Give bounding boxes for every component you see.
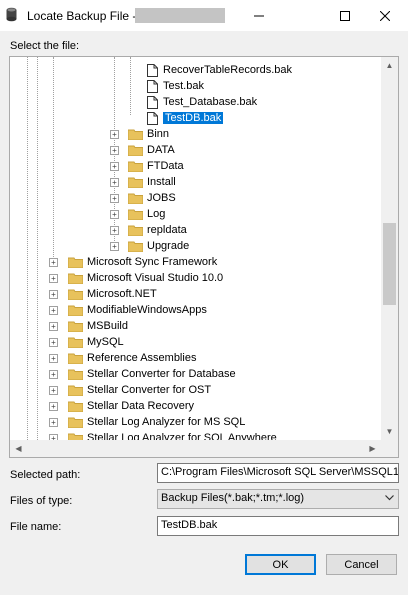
scroll-down-icon[interactable]: ▼ [381, 423, 398, 440]
expand-icon[interactable]: + [49, 306, 58, 315]
expand-icon[interactable]: + [49, 258, 58, 267]
file-icon [147, 79, 158, 93]
file-icon [147, 111, 158, 125]
tree-folder[interactable]: + repldata [110, 222, 187, 238]
selected-path-field[interactable]: C:\Program Files\Microsoft SQL Server\MS… [157, 463, 399, 483]
tree-folder[interactable]: + Microsoft Visual Studio 10.0 [49, 270, 223, 286]
expand-icon[interactable]: + [110, 194, 119, 203]
tree-file[interactable]: RecoverTableRecords.bak [147, 62, 292, 78]
tree-folder[interactable]: + MSBuild [49, 318, 128, 334]
file-name-label: File name: [10, 521, 62, 533]
tree-folder[interactable]: + Install [110, 174, 176, 190]
tree-folder[interactable]: + Upgrade [110, 238, 189, 254]
folder-icon [68, 257, 83, 268]
tree-folder[interactable]: + Microsoft.NET [49, 286, 157, 302]
folder-icon [128, 225, 143, 236]
folder-icon [68, 273, 83, 284]
files-of-type-label: Files of type: [10, 495, 73, 507]
expand-icon[interactable]: + [49, 290, 58, 299]
cancel-button[interactable]: Cancel [326, 554, 397, 575]
folder-icon [128, 145, 143, 156]
tree-folder[interactable]: + Stellar Data Recovery [49, 398, 194, 414]
tree-folder[interactable]: + FTData [110, 158, 184, 174]
tree-folder[interactable]: + Log [110, 206, 165, 222]
expand-icon[interactable]: + [110, 130, 119, 139]
file-tree[interactable]: RecoverTableRecords.bak Test.bak Test_Da… [9, 56, 399, 458]
tree-folder[interactable]: + Microsoft Sync Framework [49, 254, 217, 270]
files-of-type-select[interactable]: Backup Files(*.bak;*.tm;*.log) [157, 489, 399, 509]
file-icon [147, 95, 158, 109]
ok-button[interactable]: OK [245, 554, 316, 575]
minimize-icon [254, 15, 264, 16]
chevron-down-icon [385, 495, 394, 501]
expand-icon[interactable]: + [49, 386, 58, 395]
folder-icon [68, 369, 83, 380]
horizontal-scrollbar[interactable]: ◀ ▶ [10, 440, 381, 457]
scrollbar-corner [381, 440, 398, 457]
tree-folder[interactable]: + Stellar Converter for OST [49, 382, 211, 398]
tree-file[interactable]: Test.bak [147, 78, 204, 94]
file-icon [147, 63, 158, 77]
tree-guide [37, 57, 38, 440]
expand-icon[interactable]: + [110, 226, 119, 235]
tree-folder[interactable]: + Binn [110, 126, 169, 142]
folder-icon [68, 385, 83, 396]
folder-icon [128, 241, 143, 252]
folder-icon [68, 337, 83, 348]
select-file-label: Select the file: [10, 40, 80, 52]
folder-icon [128, 161, 143, 172]
scroll-thumb[interactable] [383, 223, 396, 305]
window-title: Locate Backup File - [27, 9, 137, 23]
expand-icon[interactable]: + [49, 338, 58, 347]
scroll-left-icon[interactable]: ◀ [10, 440, 27, 457]
tree-folder[interactable]: + ModifiableWindowsApps [49, 302, 207, 318]
tree-guide [27, 57, 28, 440]
tree-guide [53, 57, 54, 261]
tree-folder[interactable]: + JOBS [110, 190, 176, 206]
expand-icon[interactable]: + [49, 274, 58, 283]
close-button[interactable] [362, 0, 408, 31]
scroll-right-icon[interactable]: ▶ [364, 440, 381, 457]
folder-icon [128, 209, 143, 220]
expand-icon[interactable]: + [49, 322, 58, 331]
expand-icon[interactable]: + [110, 242, 119, 251]
expand-icon[interactable]: + [49, 370, 58, 379]
title-bar: Locate Backup File - [0, 0, 408, 31]
database-icon [6, 7, 17, 22]
expand-icon[interactable]: + [110, 162, 119, 171]
expand-icon[interactable]: + [110, 146, 119, 155]
folder-icon [68, 417, 83, 428]
tree-file-selected[interactable]: TestDB.bak [147, 110, 225, 126]
tree-folder[interactable]: + Stellar Log Analyzer for MS SQL [49, 414, 245, 430]
folder-icon [68, 353, 83, 364]
scroll-up-icon[interactable]: ▲ [381, 57, 398, 74]
close-icon [380, 10, 390, 21]
selected-path-label: Selected path: [10, 469, 81, 481]
folder-icon [68, 289, 83, 300]
redacted-region [135, 8, 225, 23]
tree-folder[interactable]: + Stellar Converter for Database [49, 366, 236, 382]
folder-icon [128, 177, 143, 188]
folder-icon [68, 401, 83, 412]
tree-folder[interactable]: + MySQL [49, 334, 124, 350]
files-of-type-value: Backup Files(*.bak;*.tm;*.log) [161, 492, 305, 504]
tree-folder[interactable]: + DATA [110, 142, 175, 158]
folder-icon [68, 305, 83, 316]
expand-icon[interactable]: + [49, 402, 58, 411]
expand-icon[interactable]: + [110, 178, 119, 187]
file-name-input[interactable]: TestDB.bak [157, 516, 399, 536]
expand-icon[interactable]: + [110, 210, 119, 219]
maximize-icon [340, 10, 350, 21]
expand-icon[interactable]: + [49, 418, 58, 427]
folder-icon [68, 321, 83, 332]
minimize-button[interactable] [236, 0, 282, 31]
vertical-scrollbar[interactable]: ▲ ▼ [381, 57, 398, 440]
folder-icon [128, 129, 143, 140]
tree-file[interactable]: Test_Database.bak [147, 94, 257, 110]
expand-icon[interactable]: + [49, 354, 58, 363]
folder-icon [128, 193, 143, 204]
tree-folder[interactable]: + Reference Assemblies [49, 350, 196, 366]
tree-guide [130, 57, 131, 115]
